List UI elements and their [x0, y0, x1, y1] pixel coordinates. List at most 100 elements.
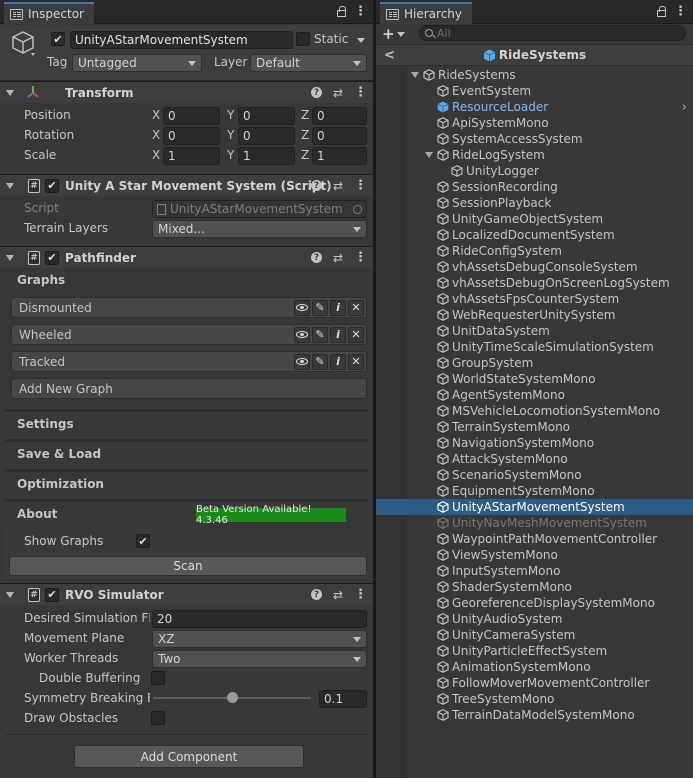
hierarchy-search-input[interactable]: All	[419, 25, 686, 41]
hierarchy-item[interactable]: UnityCameraSystem	[376, 627, 693, 643]
position-x-field[interactable]: 0	[163, 107, 220, 125]
hierarchy-item[interactable]: TreeSystemMono	[376, 691, 693, 707]
more-options-icon[interactable]: ⋮	[674, 5, 687, 19]
pathfinder-header[interactable]: # ✔ Pathfinder ? ⇄ ⋮	[0, 246, 373, 268]
hierarchy-item[interactable]: vhAssetsDebugOnScreenLogSystem	[376, 275, 693, 291]
component-menu-icon[interactable]: ⋮	[354, 178, 367, 193]
info-icon[interactable]: i	[330, 326, 346, 343]
hierarchy-item[interactable]: AttackSystemMono	[376, 451, 693, 467]
object-picker-icon[interactable]	[353, 204, 362, 214]
eye-icon[interactable]	[294, 299, 310, 316]
foldout-arrow-icon[interactable]	[6, 182, 14, 189]
layer-dropdown[interactable]: Default	[250, 54, 367, 72]
hierarchy-item[interactable]: SessionRecording	[376, 179, 693, 195]
graph-row[interactable]: Dismounted ✎ i ✕	[11, 297, 367, 318]
position-y-field[interactable]: 0	[238, 107, 295, 125]
hierarchy-item[interactable]: ApiSystemMono	[376, 115, 693, 131]
hierarchy-item[interactable]: EquipmentSystemMono	[376, 483, 693, 499]
back-icon[interactable]: <	[384, 48, 395, 63]
tab-hierarchy[interactable]: Hierarchy	[380, 2, 473, 24]
presets-icon[interactable]: ⇄	[333, 588, 343, 602]
position-z-field[interactable]: 0	[312, 107, 367, 125]
gameobject-active-checkbox[interactable]: ✔	[51, 32, 65, 46]
rvo-simulator-header[interactable]: # ✔ RVO Simulator ? ⇄ ⋮	[0, 583, 373, 605]
hierarchy-item[interactable]: AgentSystemMono	[376, 387, 693, 403]
help-icon[interactable]: ?	[310, 87, 322, 98]
hierarchy-item[interactable]: LocalizedDocumentSystem	[376, 227, 693, 243]
scale-z-field[interactable]: 1	[312, 147, 367, 165]
worker-threads-dropdown[interactable]: Two	[152, 650, 367, 668]
eye-icon[interactable]	[294, 326, 310, 343]
scale-x-field[interactable]: 1	[163, 147, 220, 165]
section-settings[interactable]: Settings	[5, 409, 368, 436]
hierarchy-item[interactable]: SessionPlayback	[376, 195, 693, 211]
edit-pencil-icon[interactable]: ✎	[312, 326, 328, 343]
hierarchy-item[interactable]: UnitDataSystem	[376, 323, 693, 339]
hierarchy-item[interactable]: ScenarioSystemMono	[376, 467, 693, 483]
rotation-z-field[interactable]: 0	[312, 127, 367, 145]
scan-button[interactable]: Scan	[9, 556, 367, 576]
static-checkbox[interactable]	[296, 32, 310, 46]
scale-y-field[interactable]: 1	[238, 147, 295, 165]
add-component-button[interactable]: Add Component	[74, 745, 304, 768]
rotation-x-field[interactable]: 0	[163, 127, 220, 145]
hierarchy-item[interactable]: UnityLogger	[376, 163, 693, 179]
section-optimization[interactable]: Optimization	[5, 469, 368, 496]
hierarchy-item[interactable]: FollowMoverMovementController	[376, 675, 693, 691]
delete-icon[interactable]: ✕	[348, 326, 364, 343]
hierarchy-item[interactable]: vhAssetsFpsCounterSystem	[376, 291, 693, 307]
tab-inspector[interactable]: Inspector	[4, 2, 94, 24]
create-button[interactable]: +	[382, 25, 405, 43]
edit-pencil-icon[interactable]: ✎	[312, 299, 328, 316]
component-menu-icon[interactable]: ⋮	[354, 587, 367, 602]
hierarchy-item[interactable]: RideConfigSystem	[376, 243, 693, 259]
beta-version-badge[interactable]: Beta Version Available! 4.3.46	[196, 504, 346, 526]
delete-icon[interactable]: ✕	[348, 353, 364, 370]
hierarchy-item[interactable]: NavigationSystemMono	[376, 435, 693, 451]
hierarchy-item[interactable]: TerrainDataModelSystemMono	[376, 707, 693, 723]
hierarchy-item[interactable]: WorldStateSystemMono	[376, 371, 693, 387]
info-icon[interactable]: i	[330, 299, 346, 316]
hierarchy-item[interactable]: SystemAccessSystem	[376, 131, 693, 147]
movement-plane-dropdown[interactable]: XZ	[152, 630, 367, 648]
edit-pencil-icon[interactable]: ✎	[312, 353, 328, 370]
hierarchy-item[interactable]: TerrainSystemMono	[376, 419, 693, 435]
hierarchy-item[interactable]: AnimationSystemMono	[376, 659, 693, 675]
hierarchy-item[interactable]: UnityGameObjectSystem	[376, 211, 693, 227]
foldout-arrow-icon[interactable]	[6, 89, 14, 96]
hierarchy-item[interactable]: GeoreferenceDisplaySystemMono	[376, 595, 693, 611]
simulation-fps-field[interactable]: 20	[152, 610, 367, 628]
hierarchy-item[interactable]: MSVehicleLocomotionSystemMono	[376, 403, 693, 419]
section-save-load[interactable]: Save & Load	[5, 439, 368, 466]
hierarchy-item[interactable]: UnityAStarMovementSystem	[376, 499, 693, 515]
hierarchy-item[interactable]: GroupSystem	[376, 355, 693, 371]
foldout-arrow-icon[interactable]	[6, 591, 14, 598]
open-prefab-arrow-icon[interactable]: ›	[682, 100, 687, 115]
hierarchy-item[interactable]: RideSystems	[376, 67, 693, 83]
hierarchy-item[interactable]: ResourceLoader ›	[376, 99, 693, 115]
lock-icon[interactable]	[657, 6, 666, 17]
double-buffering-checkbox[interactable]	[151, 671, 165, 685]
symmetry-bias-field[interactable]: 0.1	[319, 690, 367, 708]
pathfinder-enabled-checkbox[interactable]: ✔	[45, 250, 59, 265]
component-menu-icon[interactable]: ⋮	[354, 250, 367, 265]
foldout-arrow-icon[interactable]	[425, 152, 433, 158]
script-reference-field[interactable]: UnityAStarMovementSystem	[152, 200, 367, 218]
hierarchy-item[interactable]: RideLogSystem	[376, 147, 693, 163]
hierarchy-item[interactable]: ViewSystemMono	[376, 547, 693, 563]
help-icon[interactable]: ?	[310, 589, 322, 600]
terrain-layers-dropdown[interactable]: Mixed...	[152, 220, 367, 238]
presets-icon[interactable]: ⇄	[333, 179, 343, 193]
hierarchy-item[interactable]: UnityParticleEffectSystem	[376, 643, 693, 659]
gameobject-cube-icon[interactable]	[12, 30, 38, 61]
more-options-icon[interactable]: ⋮	[354, 5, 367, 19]
eye-icon[interactable]	[294, 353, 310, 370]
hierarchy-item[interactable]: vhAssetsDebugConsoleSystem	[376, 259, 693, 275]
help-icon[interactable]: ?	[310, 252, 322, 263]
hierarchy-item[interactable]: UnityNavMeshMovementSystem	[376, 515, 693, 531]
hierarchy-item[interactable]: InputSystemMono	[376, 563, 693, 579]
script-enabled-checkbox[interactable]: ✔	[45, 178, 59, 193]
rotation-y-field[interactable]: 0	[238, 127, 295, 145]
delete-icon[interactable]: ✕	[348, 299, 364, 316]
draw-obstacles-checkbox[interactable]	[151, 711, 165, 725]
